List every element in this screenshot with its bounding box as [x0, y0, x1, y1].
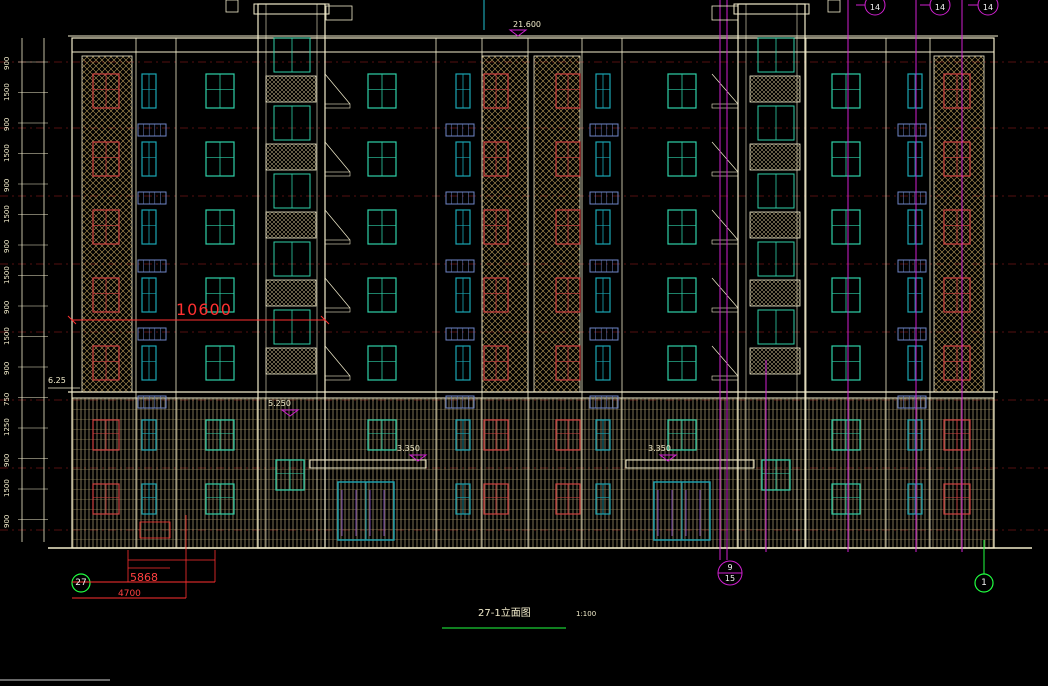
left-dim-label: 900	[3, 361, 11, 375]
elevation-drawing: 27-1立面图 1:100 21.600 6.25 5.250 3.350 3.…	[0, 0, 1048, 682]
elevation-entrance-right: 3.350	[648, 444, 671, 453]
stair-landing	[324, 103, 351, 109]
stair-diagonal	[711, 141, 739, 173]
ac-unit	[137, 259, 167, 273]
stair-landing	[711, 171, 739, 177]
stair-diagonal	[324, 141, 351, 173]
balcony-rail	[265, 143, 317, 171]
ac-unit	[137, 123, 167, 137]
stair-diagonal	[324, 277, 351, 309]
balcony-rail	[749, 347, 801, 375]
dimension-mid: 5868	[130, 571, 158, 584]
balcony-rail	[265, 347, 317, 375]
grid-tag-2: 14	[934, 3, 946, 12]
balcony-rail	[749, 75, 801, 103]
tower-cap	[253, 3, 330, 15]
stair-diagonal	[711, 345, 739, 377]
drawing-scale: 1:100	[576, 610, 597, 618]
balcony-rail	[749, 211, 801, 239]
stair-landing	[711, 239, 739, 245]
hatched-panel	[533, 55, 581, 393]
left-dim-label: 900	[3, 453, 11, 467]
grid-tag-1: 14	[869, 3, 881, 12]
stair-diagonal	[324, 209, 351, 241]
left-dim-label: 900	[3, 117, 11, 131]
ac-unit	[445, 191, 475, 205]
left-dim-label: 750	[3, 392, 11, 406]
roof-vent	[827, 0, 841, 13]
ac-unit	[445, 259, 475, 273]
left-dim-label: 900	[3, 239, 11, 253]
balcony-rail	[749, 279, 801, 307]
elevation-top: 21.600	[513, 20, 541, 29]
balcony-rail	[265, 279, 317, 307]
dimension-large: 10600	[176, 300, 232, 319]
left-dim-label: 900	[3, 56, 11, 70]
ac-unit	[897, 123, 927, 137]
dimension-small: 4700	[118, 589, 141, 599]
stair-landing	[324, 375, 351, 381]
ac-unit	[445, 123, 475, 137]
elevation-entrance-left: 3.350	[397, 444, 420, 453]
elevation-marker	[508, 29, 528, 37]
ac-unit	[589, 327, 619, 341]
elevation-podium: 5.250	[268, 399, 291, 408]
balcony-rail	[265, 211, 317, 239]
axis-label-right: 1	[981, 578, 987, 588]
stair-diagonal	[711, 209, 739, 241]
stair-landing	[711, 375, 739, 381]
stair-diagonal	[711, 73, 739, 105]
stair-landing	[711, 103, 739, 109]
left-dim-label: 1500	[3, 479, 11, 497]
hatched-panel	[481, 55, 529, 393]
ac-unit	[137, 191, 167, 205]
balcony-rail	[265, 75, 317, 103]
roof-box	[325, 5, 353, 21]
left-dim-label: 1250	[3, 418, 11, 436]
left-dim-label: 900	[3, 300, 11, 314]
balcony-rail	[749, 143, 801, 171]
left-dim-label: 1500	[3, 326, 11, 345]
ac-unit	[897, 259, 927, 273]
hatched-panel	[81, 55, 133, 393]
ac-unit	[589, 191, 619, 205]
stair-landing	[324, 307, 351, 313]
axis-label-left: 27	[75, 578, 87, 588]
grid-tag-3: 14	[982, 3, 994, 12]
ac-unit	[589, 259, 619, 273]
ac-unit	[137, 327, 167, 341]
stair-landing	[711, 307, 739, 313]
left-dim-label: 900	[3, 178, 11, 192]
stair-diagonal	[711, 277, 739, 309]
stair-landing	[324, 171, 351, 177]
stair-diagonal	[324, 345, 351, 377]
left-dim-label: 1500	[3, 265, 11, 284]
ac-unit	[897, 191, 927, 205]
stair-diagonal	[324, 73, 351, 105]
bottom-tag-bottom: 15	[724, 574, 736, 583]
ac-unit	[897, 327, 927, 341]
ac-unit	[445, 327, 475, 341]
stair-landing	[324, 239, 351, 245]
left-dim-label: 1500	[3, 143, 11, 162]
left-dim-label: 1500	[3, 204, 11, 223]
tower-cap	[733, 3, 810, 15]
hatched-panel	[933, 55, 985, 393]
drawing-title: 27-1立面图	[478, 608, 531, 619]
ac-unit	[589, 123, 619, 137]
bottom-tag-top: 9	[727, 563, 733, 572]
roof-vent	[225, 0, 239, 13]
elevation-left-floor: 6.25	[48, 376, 66, 385]
left-dim-label: 900	[3, 514, 11, 528]
left-dim-label: 1500	[3, 82, 11, 101]
